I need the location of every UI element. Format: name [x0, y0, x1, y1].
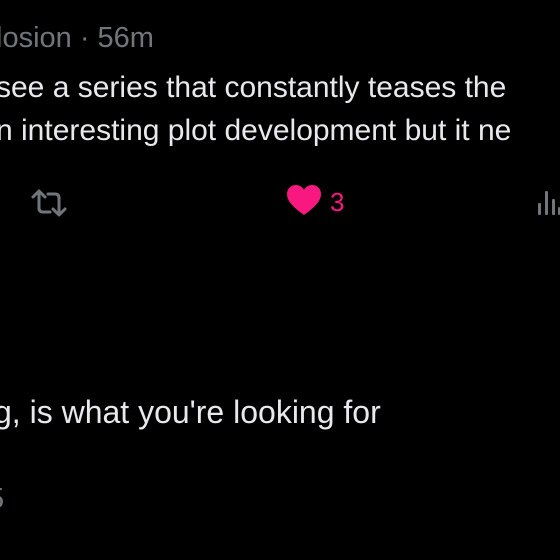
- views-button[interactable]: [538, 188, 560, 221]
- timeline-view: losion · 56m see a series that constantl…: [0, 0, 560, 560]
- views-bar-icon: [538, 188, 560, 221]
- reply-meta: 5: [0, 483, 4, 516]
- heart-filled-icon: [286, 184, 322, 221]
- post-text-line-2: n interesting plot development but it ne: [0, 114, 512, 147]
- retweet-icon: [30, 188, 68, 223]
- reply-text: g, is what you're looking for: [0, 394, 381, 430]
- like-button[interactable]: 3: [286, 184, 344, 221]
- retweet-button[interactable]: [30, 188, 68, 223]
- post-meta: losion · 56m: [0, 22, 154, 54]
- post-text-line-1: see a series that constantly teases the: [0, 71, 507, 104]
- like-count: 3: [330, 187, 345, 217]
